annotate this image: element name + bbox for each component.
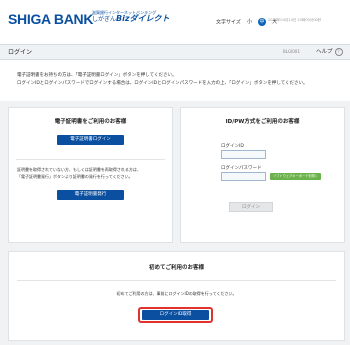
- cert-panel-title: 電子証明書をご利用のお客様: [54, 119, 127, 125]
- current-datetime: 2016年04月14日 10時00分00秒: [268, 18, 322, 22]
- header: SHIGA BANK 滋賀銀行インターネットバンキング しがぎんBizダイレクト…: [0, 0, 350, 36]
- service-logo: 滋賀銀行インターネットバンキング しがぎんBizダイレクト: [92, 10, 172, 24]
- cert-note-line2: 「電子証明書発行」ボタンより証明書の発行を行ってください。: [17, 174, 133, 179]
- help-label: ヘルプ: [316, 49, 333, 55]
- password-label: ログインパスワード: [221, 166, 262, 171]
- first-panel-text: 初めてご利用の方は、事前にログインIDの取得を行ってください。: [116, 291, 237, 296]
- cert-login-panel: 電子証明書をご利用のお客様 電子証明書ログイン 証明書を取得されていない方、もし…: [8, 107, 173, 243]
- font-size-medium-button[interactable]: 中: [258, 18, 267, 26]
- intro-section: 電子証明書をお持ちの方は、「電子証明書ログイン」ボタンを押してください。 ログイ…: [0, 62, 350, 98]
- bank-logo[interactable]: SHIGA BANK: [8, 11, 93, 27]
- first-time-panel: 初めてご利用のお客様 初めてご利用の方は、事前にログインIDの取得を行ってくださ…: [8, 251, 345, 341]
- help-link[interactable]: ヘルプ?: [316, 47, 343, 56]
- cert-note-line1: 証明書を取得されていない方、もしくは証明書を再取得される方は、: [17, 167, 141, 172]
- idpw-panel-title: ID/PW方式をご利用のお客様: [225, 119, 300, 125]
- cert-issue-button[interactable]: 電子証明書発行: [57, 190, 124, 200]
- font-size-label: 文字サイズ: [216, 19, 241, 26]
- service-name: Bizダイレクト: [116, 14, 170, 23]
- get-login-id-button[interactable]: ログインID取得: [142, 310, 209, 320]
- page-title: ログイン: [8, 49, 33, 56]
- cert-login-button[interactable]: 電子証明書ログイン: [57, 135, 124, 145]
- font-size-small-button[interactable]: 小: [245, 18, 253, 26]
- login-id-input[interactable]: [221, 150, 266, 159]
- help-icon: ?: [334, 47, 343, 56]
- first-panel-title: 初めてご利用のお客様: [148, 265, 204, 271]
- password-input[interactable]: [221, 172, 266, 181]
- soft-keyboard-button[interactable]: ソフトウェアキーボードを開く: [270, 173, 321, 180]
- service-prefix: しがぎん: [92, 16, 117, 23]
- idpw-login-button[interactable]: ログイン: [229, 202, 273, 212]
- cert-panel-divider: [16, 159, 165, 160]
- idpw-login-panel: ID/PW方式をご利用のお客様 ログインID ログインパスワード ソフトウェアキ…: [180, 107, 345, 243]
- intro-text-line1: 電子証明書をお持ちの方は、「電子証明書ログイン」ボタンを押してください。: [17, 73, 177, 78]
- first-panel-divider: [17, 280, 336, 281]
- intro-text-line2: ログインIDとログインパスワードでログインする場合は、ログインIDとログインパス…: [17, 81, 308, 86]
- login-id-label: ログインID: [221, 144, 244, 149]
- page-titlebar: ログイン BLGI001 ヘルプ?: [0, 44, 350, 60]
- screen-code: BLGI001: [283, 48, 300, 54]
- service-line2: しがぎんBizダイレクト: [92, 15, 172, 24]
